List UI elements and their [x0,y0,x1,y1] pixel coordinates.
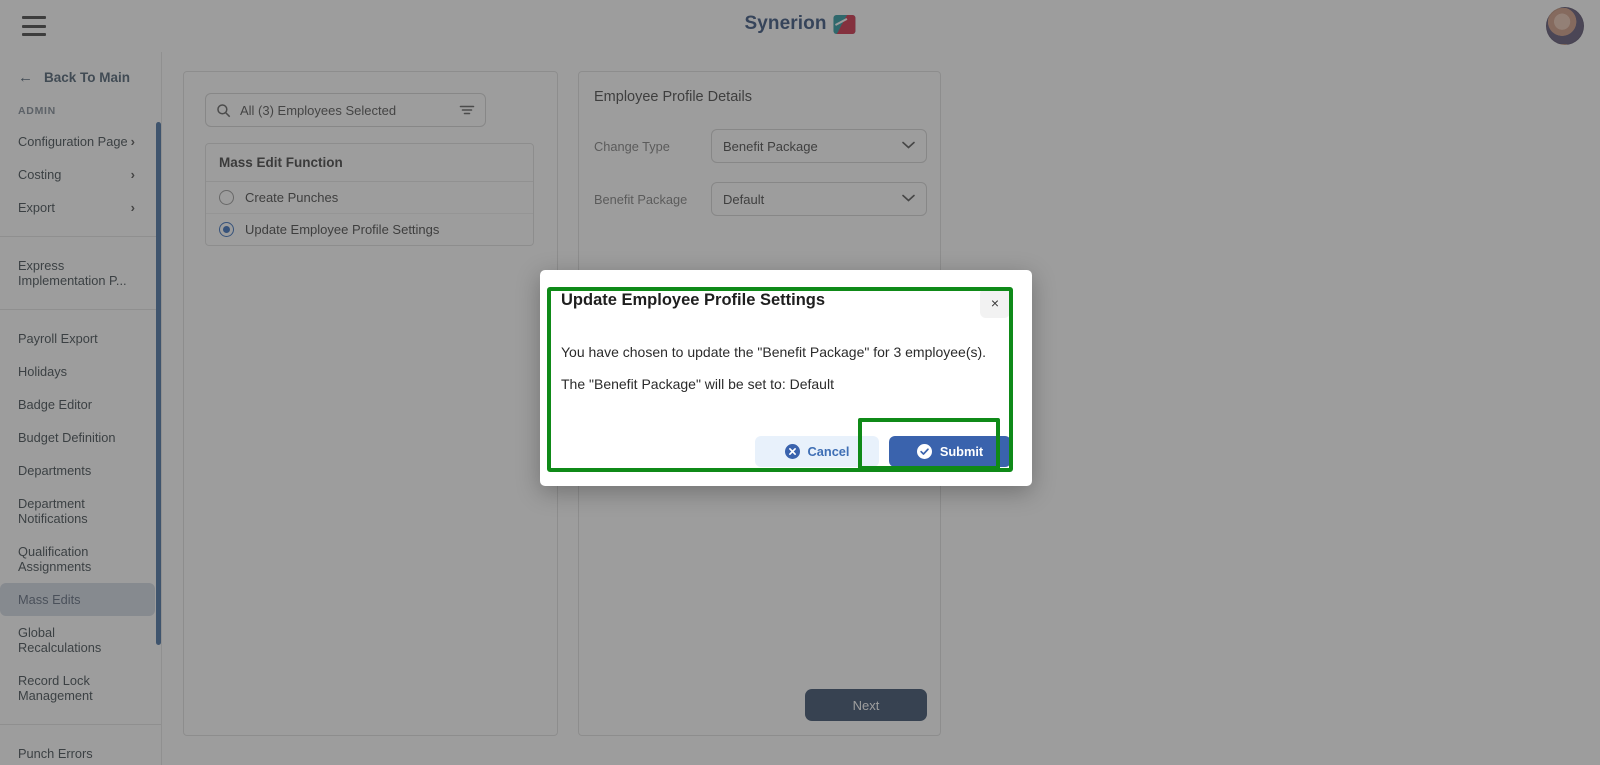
submit-button-label: Submit [939,444,984,459]
cancel-circle-icon [784,444,800,459]
dialog-title: Update Employee Profile Settings [561,291,826,309]
cancel-button[interactable]: Cancel [755,436,879,467]
close-icon[interactable]: × [980,288,1010,318]
dialog-actions: Cancel Submit [755,436,1011,467]
check-circle-icon [916,444,932,459]
submit-button[interactable]: Submit [889,436,1011,467]
cancel-button-label: Cancel [807,444,850,459]
update-employee-profile-settings-dialog: Update Employee Profile Settings × You h… [540,270,1032,486]
dialog-message-line-1: You have chosen to update the "Benefit P… [561,344,987,360]
dialog-message-line-2: The "Benefit Package" will be set to: De… [561,376,834,392]
